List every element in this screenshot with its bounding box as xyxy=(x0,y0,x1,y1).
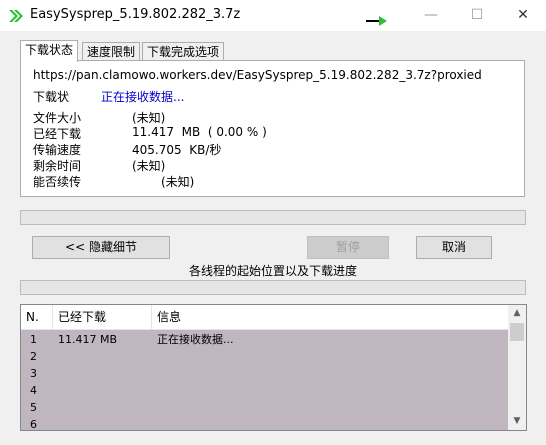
pause-button[interactable]: 暂停 xyxy=(307,236,389,259)
downloaded-value: 11.417 MB ( 0.00 % ) xyxy=(132,125,267,139)
remaining-time-label: 剩余时间 xyxy=(33,159,82,173)
row-downloaded: 11.417 MB xyxy=(58,333,118,346)
row-number: 4 xyxy=(30,384,37,397)
table-row[interactable]: 5 xyxy=(21,399,508,416)
scroll-up-icon[interactable]: ▲ xyxy=(508,305,526,322)
minimize-button[interactable]: — xyxy=(408,0,454,31)
resumable-value: (未知) xyxy=(161,175,195,189)
state-value: 正在接收数据... xyxy=(101,90,185,104)
scroll-down-icon[interactable]: ▼ xyxy=(508,413,526,430)
table-row[interactable]: 1 11.417 MB 正在接收数据... xyxy=(21,331,508,348)
table-row[interactable]: 6 xyxy=(21,416,508,431)
table-header: N. 已经下载 信息 xyxy=(21,305,508,330)
maximize-button[interactable]: ☐ xyxy=(454,0,500,31)
tab-completion-options[interactable]: 下载完成选项 xyxy=(142,42,225,61)
scrollbar-thumb[interactable] xyxy=(510,323,524,341)
file-size-label: 文件大小 xyxy=(33,111,82,125)
state-label: 下载状 xyxy=(33,90,70,104)
segments-title: 各线程的起始位置以及下载进度 xyxy=(188,264,357,278)
download-url: https://pan.clamowo.workers.dev/EasySysp… xyxy=(33,68,482,82)
vertical-scrollbar[interactable]: ▲ ▼ xyxy=(508,305,526,430)
cancel-button[interactable]: 取消 xyxy=(416,236,492,259)
row-number: 5 xyxy=(30,401,37,414)
hide-details-button[interactable]: << 隐藏细节 xyxy=(32,236,170,259)
row-info: 正在接收数据... xyxy=(157,333,234,346)
tab-speed-limit[interactable]: 速度限制 xyxy=(82,42,141,61)
segments-progress-bar xyxy=(20,280,526,295)
column-header-info[interactable]: 信息 xyxy=(152,305,508,329)
segments-table: N. 已经下载 信息 1 11.417 MB 正在接收数据... 2 3 4 5… xyxy=(20,304,527,431)
table-row[interactable]: 3 xyxy=(21,365,508,382)
window-title: EasySysprep_5.19.802.282_3.7z xyxy=(30,7,241,22)
app-icon xyxy=(9,10,23,22)
column-header-n[interactable]: N. xyxy=(21,305,53,329)
downloaded-label: 已经下载 xyxy=(33,127,82,141)
speed-value: 405.705 KB/秒 xyxy=(132,143,222,157)
file-size-value: (未知) xyxy=(132,111,166,125)
arrow-right-icon xyxy=(366,16,387,26)
overall-progress-bar xyxy=(20,210,526,225)
speed-label: 传输速度 xyxy=(33,143,82,157)
row-number: 2 xyxy=(30,350,37,363)
status-panel: https://pan.clamowo.workers.dev/EasySysp… xyxy=(20,60,525,197)
tab-download-status[interactable]: 下载状态 xyxy=(20,40,79,62)
table-body: 1 11.417 MB 正在接收数据... 2 3 4 5 6 xyxy=(21,330,508,430)
resumable-label: 能否续传 xyxy=(33,175,82,189)
row-number: 1 xyxy=(30,333,37,346)
table-row[interactable]: 2 xyxy=(21,348,508,365)
close-button[interactable]: ✕ xyxy=(500,0,546,31)
column-header-downloaded[interactable]: 已经下载 xyxy=(53,305,152,329)
row-number: 6 xyxy=(30,418,37,431)
table-row[interactable]: 4 xyxy=(21,382,508,399)
title-bar[interactable]: EasySysprep_5.19.802.282_3.7z — ☐ ✕ xyxy=(0,0,546,31)
remaining-time-value: (未知) xyxy=(132,159,166,173)
row-number: 3 xyxy=(30,367,37,380)
